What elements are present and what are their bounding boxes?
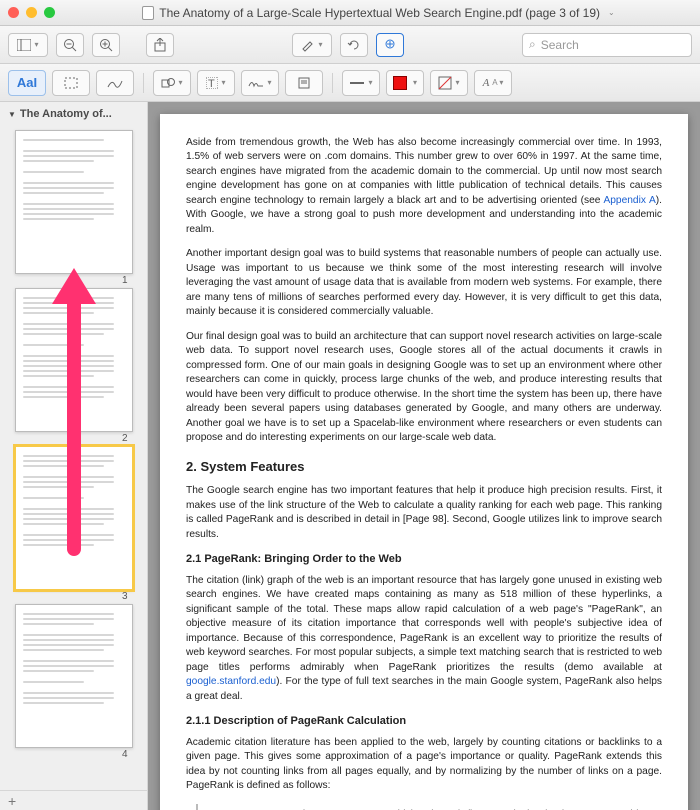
- highlight-button[interactable]: ▾: [292, 33, 332, 57]
- zoom-in-button[interactable]: [92, 33, 120, 57]
- separator: [332, 73, 333, 93]
- chevron-down-icon: ▾: [368, 78, 372, 87]
- thumbnail-page-label: 4: [122, 749, 128, 760]
- body-paragraph: Academic citation literature has been ap…: [186, 736, 662, 794]
- shapes-icon: [161, 77, 175, 89]
- chevron-down-icon: ▾: [267, 78, 271, 87]
- search-placeholder: Search: [541, 38, 579, 52]
- chevron-down-icon: A ▾: [492, 78, 503, 87]
- sketch-tool[interactable]: [96, 70, 134, 96]
- window-titlebar: The Anatomy of a Large-Scale Hypertextua…: [0, 0, 700, 26]
- stroke-color-tool[interactable]: ▾: [430, 70, 468, 96]
- close-icon[interactable]: [8, 7, 19, 18]
- title-center[interactable]: The Anatomy of a Large-Scale Hypertextua…: [65, 6, 692, 20]
- shapes-tool[interactable]: ▾: [153, 70, 191, 96]
- search-icon: ⌕: [529, 37, 536, 52]
- body: ▼ The Anatomy of... 1 2: [0, 102, 700, 810]
- body-paragraph: Our final design goal was to build an ar…: [186, 330, 662, 446]
- sidebar-header[interactable]: ▼ The Anatomy of...: [0, 102, 147, 126]
- sketch-icon: [107, 77, 123, 89]
- page-thumbnail[interactable]: 2: [15, 288, 133, 432]
- subsection-heading: 2.1 PageRank: Bringing Order to the Web: [186, 552, 662, 568]
- highlighter-icon: [301, 38, 315, 52]
- sidebar-footer: +: [0, 790, 147, 810]
- share-button[interactable]: [146, 33, 174, 57]
- main-toolbar: ▾ ▾ ⌕ Search: [0, 26, 700, 64]
- stroke-swatch-icon: [438, 76, 452, 90]
- chevron-down-icon: ▾: [221, 78, 225, 87]
- thumbnail-page-label: 1: [122, 275, 128, 286]
- document-viewport[interactable]: Aside from tremendous growth, the Web ha…: [148, 102, 700, 810]
- rotate-button[interactable]: [340, 33, 368, 57]
- thumbnail-page-label: 2: [122, 433, 128, 444]
- text-tool[interactable]: T▾: [197, 70, 235, 96]
- traffic-lights: [8, 7, 55, 18]
- link-appendix-a[interactable]: Appendix A: [603, 195, 655, 206]
- minimize-icon[interactable]: [26, 7, 37, 18]
- chevron-down-icon: ▾: [413, 78, 417, 87]
- font-style-tool[interactable]: AA ▾: [474, 70, 512, 96]
- page-thumbnail[interactable]: 1: [15, 130, 133, 274]
- separator: [143, 73, 144, 93]
- maximize-icon[interactable]: [44, 7, 55, 18]
- window-title: The Anatomy of a Large-Scale Hypertextua…: [159, 6, 600, 20]
- view-mode-button[interactable]: ▾: [8, 33, 48, 57]
- rotate-icon: [347, 38, 361, 52]
- rect-select-tool[interactable]: [52, 70, 90, 96]
- body-paragraph: Another important design goal was to bui…: [186, 247, 662, 319]
- text-select-icon: AaI: [17, 75, 37, 90]
- share-icon: [154, 38, 166, 52]
- signature-icon: [248, 77, 264, 89]
- sidebar-icon: [17, 39, 31, 51]
- subsection-heading: 2.1.1 Description of PageRank Calculatio…: [186, 714, 662, 730]
- line-style-tool[interactable]: ▾: [342, 70, 380, 96]
- chevron-down-icon: ▾: [34, 40, 38, 49]
- note-icon: [298, 77, 310, 89]
- thumbnail-page-label: 3: [122, 591, 128, 602]
- sidebar-title: The Anatomy of...: [20, 108, 112, 120]
- text-select-tool[interactable]: AaI: [8, 70, 46, 96]
- caret-down-icon: ▼: [8, 110, 16, 119]
- zoom-out-icon: [63, 38, 77, 52]
- page-thumbnail[interactable]: 3: [15, 446, 133, 590]
- markup-button[interactable]: [376, 33, 404, 57]
- zoom-in-icon: [99, 38, 113, 52]
- zoom-out-button[interactable]: [56, 33, 84, 57]
- add-page-button[interactable]: +: [8, 793, 16, 809]
- blockquote: We assume page A has pages T1...Tn which…: [196, 804, 662, 810]
- rect-select-icon: [64, 77, 78, 89]
- markup-icon: [382, 38, 398, 52]
- section-heading: 2. System Features: [186, 458, 662, 476]
- chevron-down-icon: ▾: [455, 78, 459, 87]
- fill-swatch-icon: [393, 76, 407, 90]
- markup-toolbar: AaI ▾ T▾ ▾ ▾ ▾ ▾ AA ▾: [0, 64, 700, 102]
- body-paragraph: Aside from tremendous growth, the Web ha…: [186, 136, 662, 237]
- note-tool[interactable]: [285, 70, 323, 96]
- svg-text:T: T: [208, 78, 215, 89]
- body-paragraph: The citation (link) graph of the web is …: [186, 574, 662, 704]
- search-input[interactable]: ⌕ Search: [522, 33, 692, 57]
- document-icon: [142, 6, 154, 20]
- thumbnail-list[interactable]: 1 2 3: [0, 126, 147, 790]
- fill-color-tool[interactable]: ▾: [386, 70, 424, 96]
- body-paragraph: The Google search engine has two importa…: [186, 484, 662, 542]
- sign-tool[interactable]: ▾: [241, 70, 279, 96]
- title-chevron-icon: ⌄: [608, 8, 615, 17]
- page-thumbnail[interactable]: 4: [15, 604, 133, 748]
- chevron-down-icon: ▾: [178, 78, 182, 87]
- pdf-page: Aside from tremendous growth, the Web ha…: [160, 114, 688, 810]
- link-google-stanford[interactable]: google.stanford.edu: [186, 676, 276, 687]
- thumbnail-sidebar: ▼ The Anatomy of... 1 2: [0, 102, 148, 810]
- text-icon: T: [206, 77, 218, 89]
- line-icon: [349, 78, 365, 88]
- chevron-down-icon: ▾: [318, 40, 322, 49]
